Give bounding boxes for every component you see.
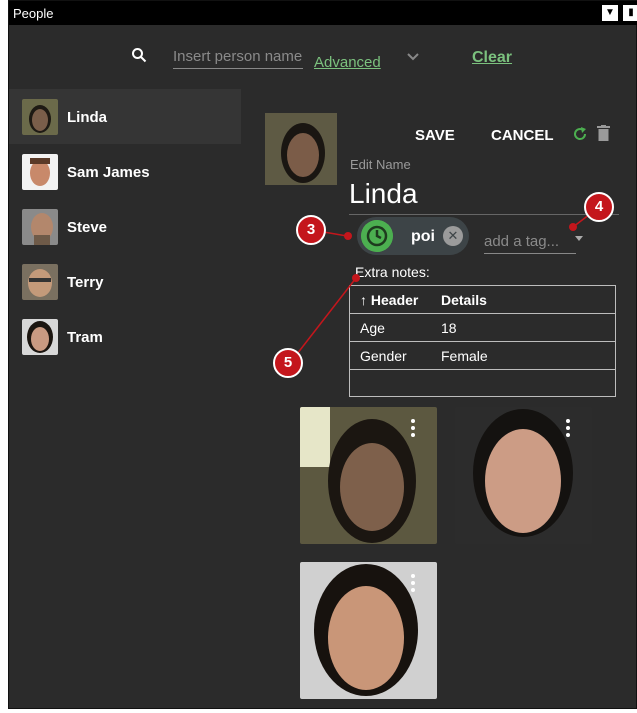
more-vert-icon[interactable] bbox=[411, 419, 415, 439]
callout-3: 3 bbox=[296, 215, 326, 245]
person-name: Linda bbox=[67, 109, 107, 126]
person-name: Sam James bbox=[67, 164, 150, 181]
cancel-button[interactable]: CANCEL bbox=[491, 127, 554, 144]
more-vert-icon[interactable] bbox=[411, 574, 415, 594]
table-cell: Age bbox=[360, 320, 385, 336]
callout-5: 5 bbox=[273, 348, 303, 378]
clock-icon bbox=[361, 220, 393, 252]
search-bar: Advanced Clear bbox=[9, 25, 637, 85]
avatar bbox=[22, 209, 58, 245]
menu-dropdown-icon[interactable]: ▼ bbox=[602, 5, 618, 21]
save-button[interactable]: SAVE bbox=[415, 127, 455, 144]
chevron-down-icon[interactable] bbox=[406, 50, 420, 64]
person-name: Terry bbox=[67, 274, 104, 291]
avatar bbox=[22, 319, 58, 355]
table-cell: Gender bbox=[360, 348, 407, 364]
person-item-sam-james[interactable]: Sam James bbox=[9, 144, 241, 199]
search-icon[interactable] bbox=[131, 47, 147, 63]
callout-point bbox=[344, 232, 352, 240]
table-row[interactable]: Gender Female bbox=[350, 342, 615, 370]
title-bar: People ▼ ▮ bbox=[9, 1, 637, 25]
window-title: People bbox=[13, 6, 54, 21]
search-input[interactable] bbox=[173, 47, 303, 69]
refresh-icon[interactable] bbox=[572, 126, 588, 142]
avatar bbox=[22, 99, 58, 135]
callout-point bbox=[352, 274, 360, 282]
add-tag-input[interactable] bbox=[484, 230, 576, 254]
person-name: Tram bbox=[67, 329, 103, 346]
face-photo-card[interactable] bbox=[455, 407, 592, 544]
pin-icon[interactable]: ▮ bbox=[623, 5, 637, 21]
callout-point bbox=[569, 223, 577, 231]
avatar bbox=[22, 154, 58, 190]
advanced-link[interactable]: Advanced bbox=[314, 54, 381, 71]
tag-chip-poi[interactable]: poi ✕ bbox=[357, 217, 469, 255]
details-col-label[interactable]: Details bbox=[441, 292, 487, 308]
people-list: Linda Sam James Steve Terry Tram bbox=[9, 89, 241, 364]
profile-photo bbox=[265, 113, 337, 185]
edit-name-label: Edit Name bbox=[350, 157, 411, 172]
tag-dropdown-icon[interactable] bbox=[575, 236, 583, 241]
tag-chip-label: poi bbox=[411, 228, 435, 245]
callout-4: 4 bbox=[584, 192, 614, 222]
avatar bbox=[22, 264, 58, 300]
sort-header[interactable]: ↑ Header bbox=[360, 292, 418, 308]
more-vert-icon[interactable] bbox=[566, 419, 570, 439]
face-photo-card[interactable] bbox=[300, 407, 437, 544]
clear-link[interactable]: Clear bbox=[472, 49, 512, 67]
people-window: People ▼ ▮ Advanced Clear Linda Sam Jame… bbox=[8, 0, 637, 709]
person-item-terry[interactable]: Terry bbox=[9, 254, 241, 309]
header-col-label: Header bbox=[370, 292, 419, 308]
person-item-steve[interactable]: Steve bbox=[9, 199, 241, 254]
table-header-row: ↑ Header Details bbox=[350, 286, 615, 314]
notes-table: ↑ Header Details Age 18 Gender Female bbox=[349, 285, 616, 397]
person-name: Steve bbox=[67, 219, 108, 236]
table-row[interactable]: Age 18 bbox=[350, 314, 615, 342]
close-icon[interactable]: ✕ bbox=[443, 226, 463, 246]
table-cell: 18 bbox=[441, 320, 457, 336]
trash-icon[interactable] bbox=[597, 125, 610, 141]
table-cell: Female bbox=[441, 348, 488, 364]
name-field[interactable] bbox=[349, 173, 619, 215]
person-item-tram[interactable]: Tram bbox=[9, 309, 241, 364]
extra-notes-label: Extra notes: bbox=[355, 264, 430, 280]
person-item-linda[interactable]: Linda bbox=[9, 89, 241, 144]
face-photo-card[interactable] bbox=[300, 562, 437, 699]
